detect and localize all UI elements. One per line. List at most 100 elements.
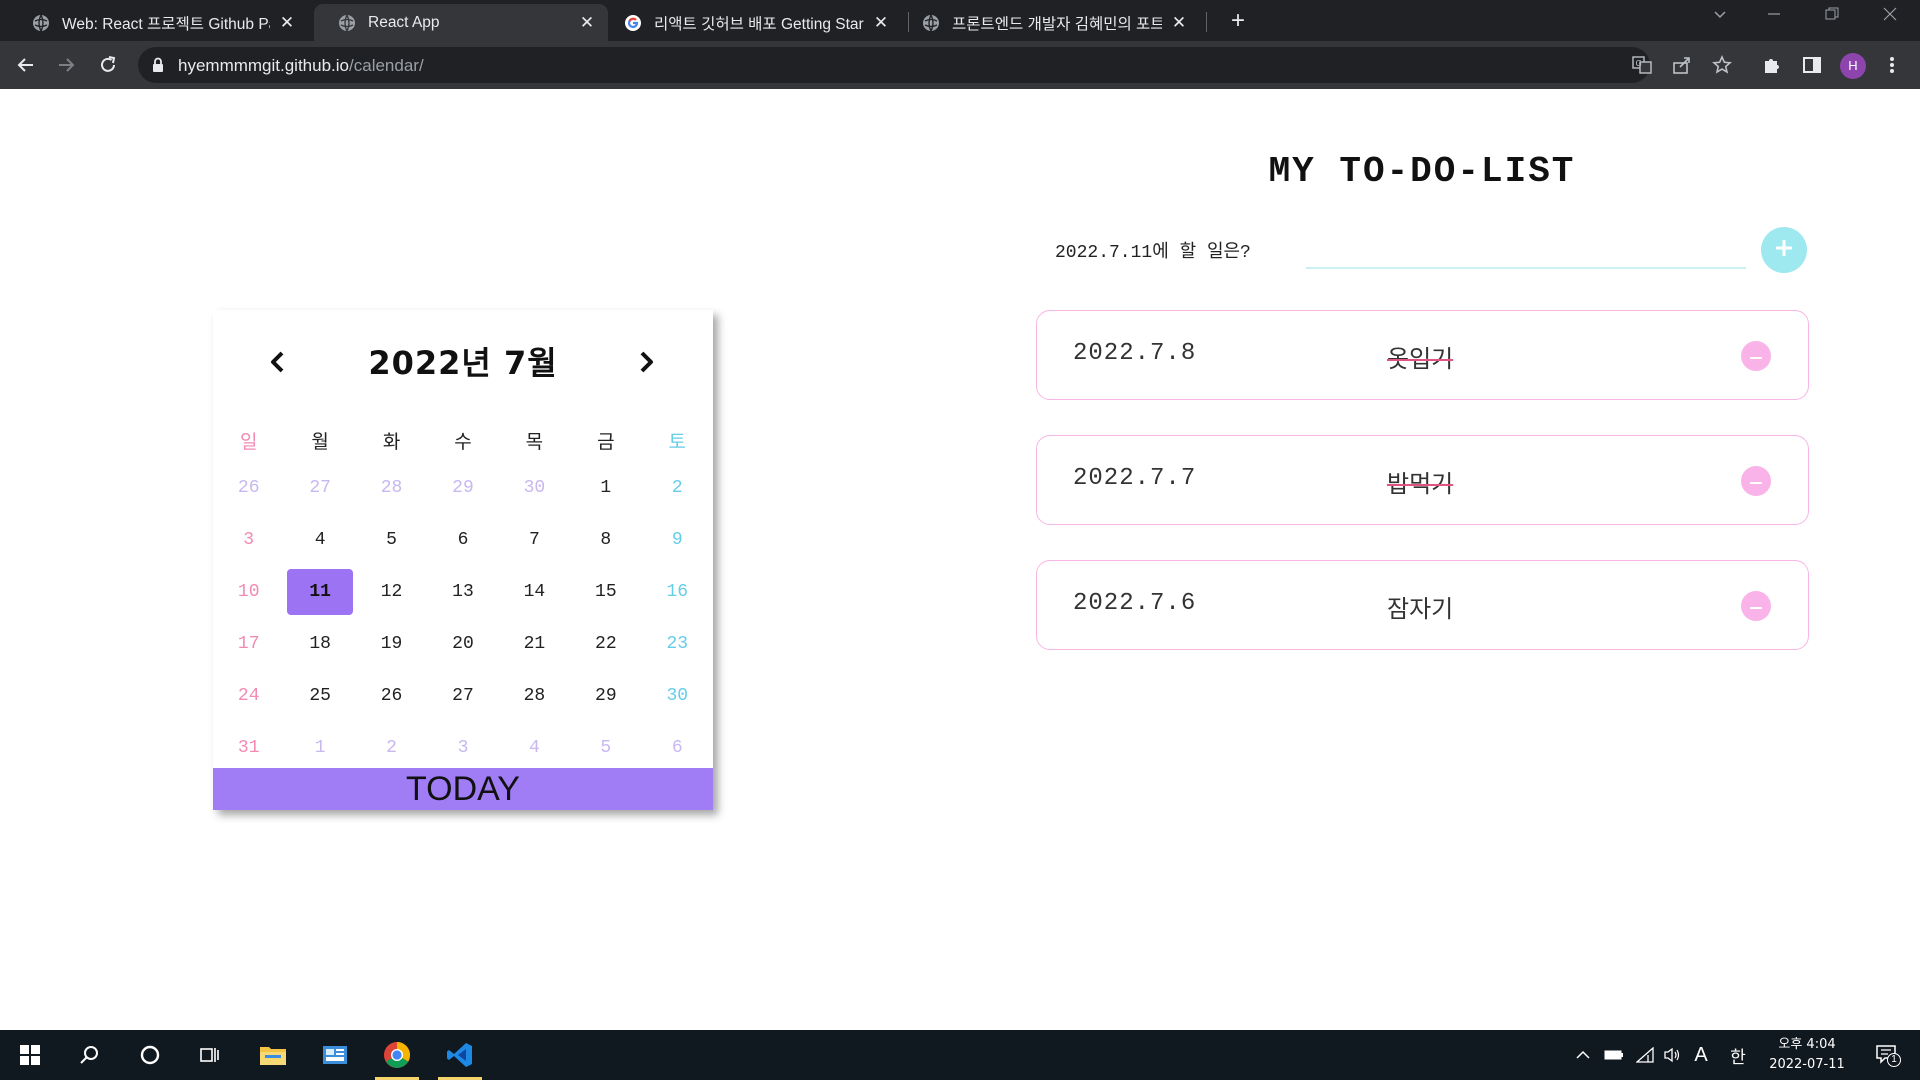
tab-web-react[interactable]: Web: React 프로젝트 Github Pa ✕ <box>8 4 308 41</box>
day-cell[interactable]: 21 <box>499 634 570 654</box>
day-cell[interactable]: 3 <box>213 530 284 550</box>
day-cell[interactable]: 4 <box>284 530 355 550</box>
day-cell[interactable]: 8 <box>570 530 641 550</box>
day-cell[interactable]: 6 <box>427 530 498 550</box>
task-view-icon[interactable] <box>185 1030 235 1080</box>
day-cell[interactable]: 12 <box>356 582 427 602</box>
day-cell[interactable]: 5 <box>356 530 427 550</box>
day-cell[interactable]: 3 <box>427 738 498 758</box>
day-cell[interactable]: 1 <box>570 478 641 498</box>
day-cell[interactable]: 27 <box>284 478 355 498</box>
forward-button[interactable] <box>50 49 82 81</box>
day-cell[interactable]: 31 <box>213 738 284 758</box>
todo-text[interactable]: 잠자기 <box>1387 589 1587 624</box>
tab-portfolio[interactable]: 프론트엔드 개발자 김혜민의 포트 ✕ <box>898 4 1200 41</box>
day-cell[interactable]: 28 <box>356 478 427 498</box>
day-cell[interactable]: 27 <box>427 686 498 706</box>
address-bar[interactable]: hyemmmmgit.github.io/calendar/ <box>138 47 1650 83</box>
wifi-icon[interactable] <box>1634 1044 1656 1066</box>
taskbar-clock[interactable]: 오후 4:04 2022-07-11 <box>1762 1035 1852 1075</box>
day-cell[interactable]: 10 <box>213 582 284 602</box>
lock-icon[interactable] <box>152 57 164 78</box>
day-cell[interactable]: 24 <box>213 686 284 706</box>
day-cell[interactable]: 9 <box>642 530 713 550</box>
show-hidden-icons-chevron-icon[interactable] <box>1572 1044 1594 1066</box>
day-cell[interactable]: 2 <box>642 478 713 498</box>
day-cell[interactable]: 30 <box>499 478 570 498</box>
day-cell[interactable]: 29 <box>427 478 498 498</box>
notification-center-icon[interactable]: 1 <box>1871 1043 1901 1067</box>
bookmark-star-icon[interactable] <box>1712 55 1732 75</box>
delete-todo-button[interactable] <box>1741 591 1771 621</box>
day-cell[interactable]: 26 <box>213 478 284 498</box>
tab-react-app[interactable]: React App ✕ <box>314 4 608 41</box>
todo-input[interactable] <box>1306 229 1746 269</box>
restore-button[interactable] <box>1824 6 1840 27</box>
tab-github-deploy[interactable]: 리액트 깃허브 배포 Getting Star ✕ <box>600 4 902 41</box>
kebab-menu-icon[interactable] <box>1882 55 1902 75</box>
day-cell[interactable]: 15 <box>570 582 641 602</box>
translate-icon[interactable]: G <box>1632 55 1652 75</box>
day-cell[interactable]: 30 <box>642 686 713 706</box>
day-cell[interactable]: 23 <box>642 634 713 654</box>
weekday-label: 월 <box>311 430 329 453</box>
day-cell-selected[interactable]: 11 <box>284 569 355 615</box>
day-cell[interactable]: 28 <box>499 686 570 706</box>
clock-date: 2022-07-11 <box>1769 1057 1845 1072</box>
day-cell[interactable]: 14 <box>499 582 570 602</box>
start-windows-icon[interactable] <box>5 1030 55 1080</box>
ime-language-indicator[interactable]: 한 <box>1727 1044 1749 1068</box>
next-month-button[interactable] <box>634 348 658 376</box>
todo-item[interactable]: 2022.7.8 옷입기 <box>1036 310 1809 400</box>
vscode-taskbar-icon[interactable] <box>435 1030 485 1080</box>
back-button[interactable] <box>10 49 42 81</box>
share-icon[interactable] <box>1672 55 1692 75</box>
day-cell[interactable]: 1 <box>284 738 355 758</box>
weekday-row: 일 월 화 수 목 금 토 <box>213 418 713 462</box>
day-cell[interactable]: 4 <box>499 738 570 758</box>
todo-text[interactable]: 옷입기 <box>1387 339 1587 374</box>
minimize-button[interactable] <box>1766 6 1782 27</box>
file-explorer-icon[interactable] <box>248 1030 298 1080</box>
close-tab-icon[interactable]: ✕ <box>872 13 890 33</box>
today-button[interactable]: TODAY <box>213 768 713 810</box>
close-window-button[interactable] <box>1882 6 1898 27</box>
todo-text[interactable]: 밥먹기 <box>1387 464 1587 499</box>
new-tab-button[interactable]: + <box>1222 6 1254 38</box>
side-panel-icon[interactable] <box>1802 55 1822 75</box>
profile-avatar[interactable]: H <box>1840 53 1866 79</box>
day-cell[interactable]: 18 <box>284 634 355 654</box>
day-cell[interactable]: 17 <box>213 634 284 654</box>
extensions-puzzle-icon[interactable] <box>1762 55 1782 75</box>
day-cell[interactable]: 25 <box>284 686 355 706</box>
day-cell[interactable]: 13 <box>427 582 498 602</box>
todo-item[interactable]: 2022.7.6 잠자기 <box>1036 560 1809 650</box>
close-tab-icon[interactable]: ✕ <box>578 13 596 33</box>
delete-todo-button[interactable] <box>1741 341 1771 371</box>
taskbar-search-icon[interactable] <box>65 1030 115 1080</box>
close-tab-icon[interactable]: ✕ <box>278 13 296 33</box>
day-cell[interactable]: 29 <box>570 686 641 706</box>
day-cell[interactable]: 26 <box>356 686 427 706</box>
close-tab-icon[interactable]: ✕ <box>1170 13 1188 33</box>
day-cell[interactable]: 19 <box>356 634 427 654</box>
todo-item[interactable]: 2022.7.7 밥먹기 <box>1036 435 1809 525</box>
day-cell[interactable]: 5 <box>570 738 641 758</box>
day-cell[interactable]: 2 <box>356 738 427 758</box>
chrome-taskbar-icon[interactable] <box>372 1030 422 1080</box>
battery-icon[interactable] <box>1603 1044 1625 1066</box>
day-cell[interactable]: 16 <box>642 582 713 602</box>
cortana-circle-icon[interactable] <box>125 1030 175 1080</box>
day-cell[interactable]: 22 <box>570 634 641 654</box>
control-panel-icon[interactable] <box>310 1030 360 1080</box>
day-cell[interactable]: 6 <box>642 738 713 758</box>
tab-search-icon[interactable] <box>1712 6 1728 27</box>
add-todo-button[interactable] <box>1761 227 1807 273</box>
day-cell[interactable]: 7 <box>499 530 570 550</box>
todo-title: MY TO-DO-LIST <box>1268 151 1576 192</box>
reload-button[interactable] <box>92 49 124 81</box>
day-cell[interactable]: 20 <box>427 634 498 654</box>
volume-icon[interactable] <box>1661 1044 1683 1066</box>
ime-mode-indicator[interactable]: A <box>1690 1044 1712 1066</box>
delete-todo-button[interactable] <box>1741 466 1771 496</box>
